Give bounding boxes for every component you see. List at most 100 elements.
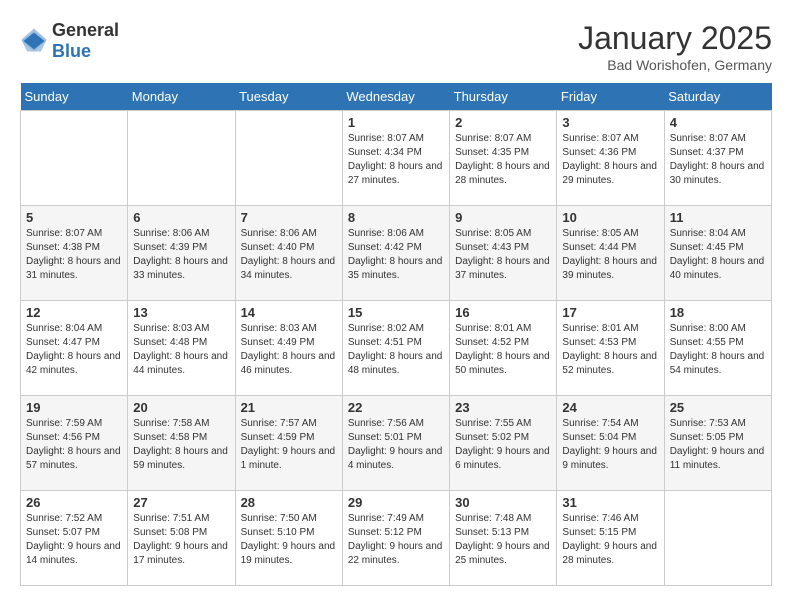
cell-content: Sunrise: 8:06 AM Sunset: 4:42 PM Dayligh… xyxy=(348,227,444,283)
calendar-body: 1 Sunrise: 8:07 AM Sunset: 4:34 PM Daylig… xyxy=(21,111,772,586)
calendar-cell xyxy=(128,111,235,206)
cell-content: Sunrise: 8:00 AM Sunset: 4:55 PM Dayligh… xyxy=(670,322,766,378)
calendar-cell: 29 Sunrise: 7:49 AM Sunset: 5:12 PM Dayli… xyxy=(342,491,449,586)
day-number: 30 xyxy=(455,495,551,510)
calendar-week-3: 19Sunrise: 7:59 AM Sunset: 4:56 PM Dayli… xyxy=(21,396,772,491)
calendar-cell: 6 Sunrise: 8:06 AM Sunset: 4:39 PM Daylig… xyxy=(128,206,235,301)
cell-content: Sunrise: 7:50 AM Sunset: 5:10 PM Dayligh… xyxy=(241,512,337,568)
weekday-header-wednesday: Wednesday xyxy=(342,83,449,111)
cell-content: Sunrise: 7:59 AM Sunset: 4:56 PM Dayligh… xyxy=(26,417,122,473)
calendar-table: SundayMondayTuesdayWednesdayThursdayFrid… xyxy=(20,83,772,586)
calendar-cell: 31Sunrise: 7:46 AM Sunset: 5:15 PM Dayli… xyxy=(557,491,664,586)
day-number: 26 xyxy=(26,495,122,510)
cell-content: Sunrise: 7:49 AM Sunset: 5:12 PM Dayligh… xyxy=(348,512,444,568)
day-number: 5 xyxy=(26,210,122,225)
calendar-week-4: 26 Sunrise: 7:52 AM Sunset: 5:07 PM Dayli… xyxy=(21,491,772,586)
weekday-header-tuesday: Tuesday xyxy=(235,83,342,111)
weekday-row: SundayMondayTuesdayWednesdayThursdayFrid… xyxy=(21,83,772,111)
day-number: 29 xyxy=(348,495,444,510)
cell-content: Sunrise: 8:04 AM Sunset: 4:47 PM Dayligh… xyxy=(26,322,122,378)
day-number: 16 xyxy=(455,305,551,320)
calendar-cell xyxy=(235,111,342,206)
cell-content: Sunrise: 7:51 AM Sunset: 5:08 PM Dayligh… xyxy=(133,512,229,568)
calendar-cell: 8 Sunrise: 8:06 AM Sunset: 4:42 PM Daylig… xyxy=(342,206,449,301)
calendar-cell: 9 Sunrise: 8:05 AM Sunset: 4:43 PM Daylig… xyxy=(450,206,557,301)
cell-content: Sunrise: 8:01 AM Sunset: 4:53 PM Dayligh… xyxy=(562,322,658,378)
weekday-header-friday: Friday xyxy=(557,83,664,111)
calendar-cell: 27 Sunrise: 7:51 AM Sunset: 5:08 PM Dayli… xyxy=(128,491,235,586)
calendar-cell: 10 Sunrise: 8:05 AM Sunset: 4:44 PM Dayli… xyxy=(557,206,664,301)
cell-content: Sunrise: 7:57 AM Sunset: 4:59 PM Dayligh… xyxy=(241,417,337,473)
day-number: 4 xyxy=(670,115,766,130)
weekday-header-monday: Monday xyxy=(128,83,235,111)
day-number: 6 xyxy=(133,210,229,225)
cell-content: Sunrise: 8:07 AM Sunset: 4:36 PM Dayligh… xyxy=(562,132,658,188)
day-number: 25 xyxy=(670,400,766,415)
day-number: 24 xyxy=(562,400,658,415)
cell-content: Sunrise: 8:01 AM Sunset: 4:52 PM Dayligh… xyxy=(455,322,551,378)
logo-text-blue: Blue xyxy=(52,41,91,61)
calendar-cell: 12 Sunrise: 8:04 AM Sunset: 4:47 PM Dayli… xyxy=(21,301,128,396)
calendar-cell: 7Sunrise: 8:06 AM Sunset: 4:40 PM Daylig… xyxy=(235,206,342,301)
calendar-cell: 1 Sunrise: 8:07 AM Sunset: 4:34 PM Daylig… xyxy=(342,111,449,206)
calendar-week-0: 1 Sunrise: 8:07 AM Sunset: 4:34 PM Daylig… xyxy=(21,111,772,206)
calendar-cell: 28 Sunrise: 7:50 AM Sunset: 5:10 PM Dayli… xyxy=(235,491,342,586)
day-number: 18 xyxy=(670,305,766,320)
cell-content: Sunrise: 8:07 AM Sunset: 4:35 PM Dayligh… xyxy=(455,132,551,188)
calendar-cell: 17 Sunrise: 8:01 AM Sunset: 4:53 PM Dayli… xyxy=(557,301,664,396)
calendar-cell: 4 Sunrise: 8:07 AM Sunset: 4:37 PM Daylig… xyxy=(664,111,771,206)
day-number: 14 xyxy=(241,305,337,320)
cell-content: Sunrise: 7:52 AM Sunset: 5:07 PM Dayligh… xyxy=(26,512,122,568)
calendar-cell: 24Sunrise: 7:54 AM Sunset: 5:04 PM Dayli… xyxy=(557,396,664,491)
weekday-header-sunday: Sunday xyxy=(21,83,128,111)
cell-content: Sunrise: 8:03 AM Sunset: 4:48 PM Dayligh… xyxy=(133,322,229,378)
title-block: January 2025 Bad Worishofen, Germany xyxy=(578,20,772,73)
calendar-cell: 20 Sunrise: 7:58 AM Sunset: 4:58 PM Dayli… xyxy=(128,396,235,491)
calendar-cell: 26 Sunrise: 7:52 AM Sunset: 5:07 PM Dayli… xyxy=(21,491,128,586)
day-number: 31 xyxy=(562,495,658,510)
day-number: 28 xyxy=(241,495,337,510)
day-number: 13 xyxy=(133,305,229,320)
cell-content: Sunrise: 8:07 AM Sunset: 4:37 PM Dayligh… xyxy=(670,132,766,188)
day-number: 8 xyxy=(348,210,444,225)
day-number: 10 xyxy=(562,210,658,225)
day-number: 27 xyxy=(133,495,229,510)
weekday-header-saturday: Saturday xyxy=(664,83,771,111)
calendar-cell: 22 Sunrise: 7:56 AM Sunset: 5:01 PM Dayli… xyxy=(342,396,449,491)
calendar-week-2: 12 Sunrise: 8:04 AM Sunset: 4:47 PM Dayli… xyxy=(21,301,772,396)
calendar-cell: 3 Sunrise: 8:07 AM Sunset: 4:36 PM Daylig… xyxy=(557,111,664,206)
cell-content: Sunrise: 7:53 AM Sunset: 5:05 PM Dayligh… xyxy=(670,417,766,473)
calendar-cell: 18 Sunrise: 8:00 AM Sunset: 4:55 PM Dayli… xyxy=(664,301,771,396)
cell-content: Sunrise: 7:56 AM Sunset: 5:01 PM Dayligh… xyxy=(348,417,444,473)
day-number: 3 xyxy=(562,115,658,130)
day-number: 9 xyxy=(455,210,551,225)
cell-content: Sunrise: 7:58 AM Sunset: 4:58 PM Dayligh… xyxy=(133,417,229,473)
day-number: 17 xyxy=(562,305,658,320)
calendar-cell: 11 Sunrise: 8:04 AM Sunset: 4:45 PM Dayli… xyxy=(664,206,771,301)
day-number: 23 xyxy=(455,400,551,415)
cell-content: Sunrise: 8:07 AM Sunset: 4:38 PM Dayligh… xyxy=(26,227,122,283)
day-number: 22 xyxy=(348,400,444,415)
day-number: 1 xyxy=(348,115,444,130)
cell-content: Sunrise: 7:48 AM Sunset: 5:13 PM Dayligh… xyxy=(455,512,551,568)
day-number: 15 xyxy=(348,305,444,320)
cell-content: Sunrise: 8:05 AM Sunset: 4:44 PM Dayligh… xyxy=(562,227,658,283)
day-number: 12 xyxy=(26,305,122,320)
cell-content: Sunrise: 8:03 AM Sunset: 4:49 PM Dayligh… xyxy=(241,322,337,378)
cell-content: Sunrise: 8:07 AM Sunset: 4:34 PM Dayligh… xyxy=(348,132,444,188)
logo-icon xyxy=(20,27,48,55)
cell-content: Sunrise: 8:04 AM Sunset: 4:45 PM Dayligh… xyxy=(670,227,766,283)
cell-content: Sunrise: 8:05 AM Sunset: 4:43 PM Dayligh… xyxy=(455,227,551,283)
cell-content: Sunrise: 8:06 AM Sunset: 4:40 PM Dayligh… xyxy=(241,227,337,283)
calendar-cell xyxy=(21,111,128,206)
day-number: 20 xyxy=(133,400,229,415)
day-number: 11 xyxy=(670,210,766,225)
day-number: 21 xyxy=(241,400,337,415)
cell-content: Sunrise: 8:02 AM Sunset: 4:51 PM Dayligh… xyxy=(348,322,444,378)
cell-content: Sunrise: 8:06 AM Sunset: 4:39 PM Dayligh… xyxy=(133,227,229,283)
calendar-cell: 21 Sunrise: 7:57 AM Sunset: 4:59 PM Dayli… xyxy=(235,396,342,491)
calendar-cell: 19Sunrise: 7:59 AM Sunset: 4:56 PM Dayli… xyxy=(21,396,128,491)
calendar-cell: 30 Sunrise: 7:48 AM Sunset: 5:13 PM Dayli… xyxy=(450,491,557,586)
calendar-cell: 16 Sunrise: 8:01 AM Sunset: 4:52 PM Dayli… xyxy=(450,301,557,396)
calendar-cell xyxy=(664,491,771,586)
